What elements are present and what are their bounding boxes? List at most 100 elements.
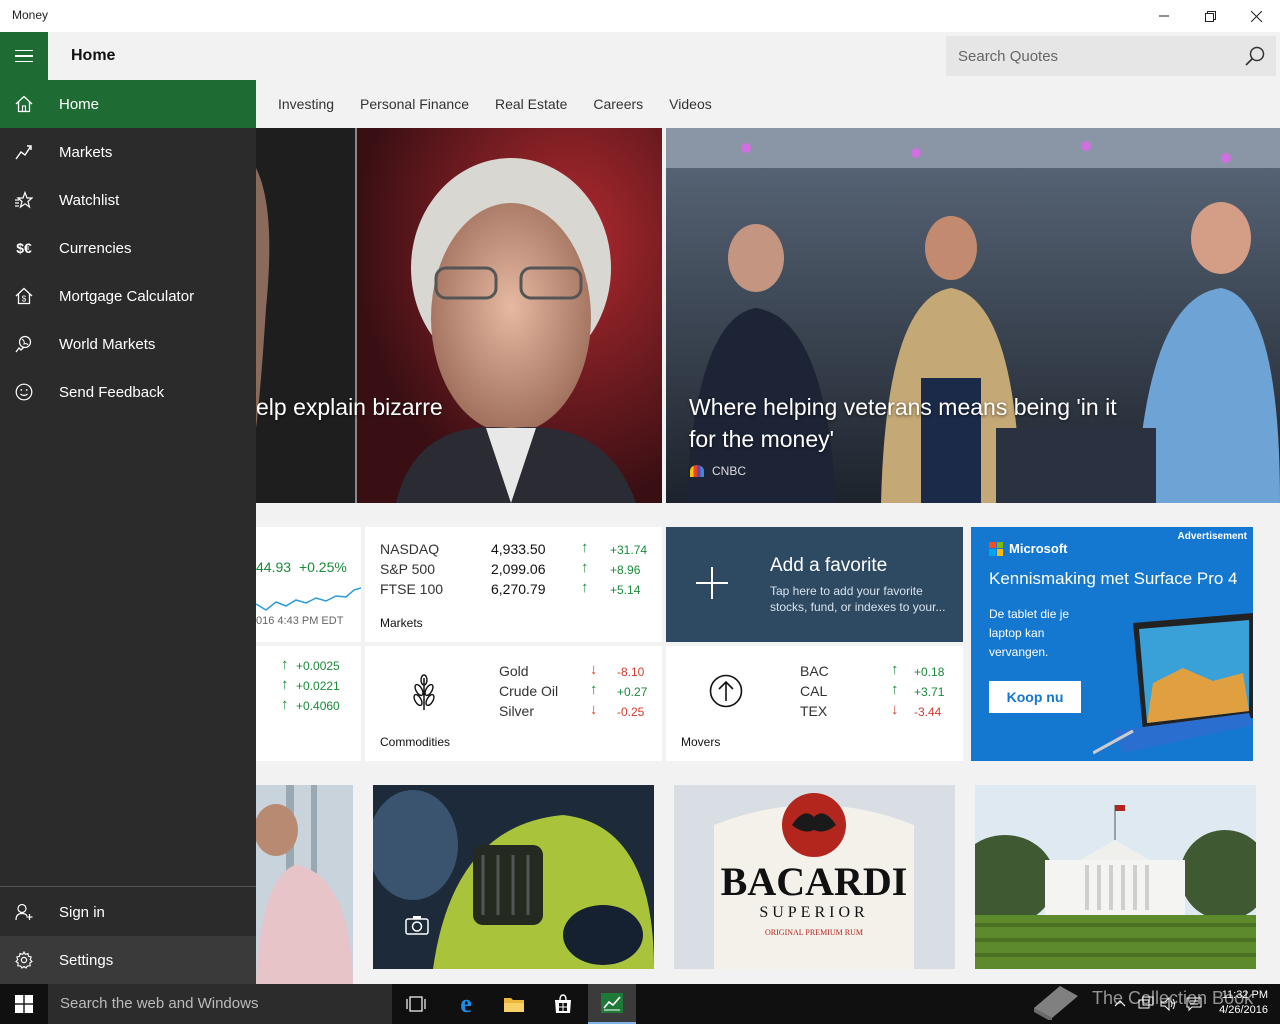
arrow-up-icon: ↑ bbox=[891, 681, 899, 698]
sidebar-item-markets[interactable]: Markets bbox=[0, 128, 256, 176]
markets-icon bbox=[15, 145, 32, 160]
arrow-up-icon: ↑ bbox=[581, 579, 589, 596]
close-icon bbox=[1250, 10, 1262, 22]
restore-button[interactable] bbox=[1187, 0, 1233, 32]
arrow-up-icon: ↑ bbox=[281, 696, 289, 713]
index-tile[interactable]: 44.93 +0.25% 016 4:43 PM EDT bbox=[256, 527, 361, 642]
sidebar-item-label: World Markets bbox=[59, 335, 156, 353]
close-button[interactable] bbox=[1233, 0, 1279, 32]
bacardi-line-text: ORIGINAL PREMIUM RUM bbox=[765, 928, 863, 937]
clock-date: 4/26/2016 bbox=[1219, 1004, 1268, 1016]
hero-story-right[interactable]: Where helping veterans means being 'in i… bbox=[666, 128, 1280, 503]
ad-cta-button[interactable]: Koop nu bbox=[989, 681, 1081, 713]
start-button[interactable] bbox=[0, 984, 48, 1024]
market-change: +8.96 bbox=[610, 563, 641, 577]
money-app-icon bbox=[601, 993, 623, 1013]
sidebar-item-settings[interactable]: Settings bbox=[0, 936, 256, 984]
category-nav: Investing Personal Finance Real Estate C… bbox=[256, 80, 716, 128]
sidebar-item-world-markets[interactable]: World Markets bbox=[0, 320, 256, 368]
feedback-icon bbox=[15, 383, 33, 401]
ad-brand: Microsoft bbox=[989, 541, 1068, 556]
arrow-up-circle-icon bbox=[709, 674, 743, 708]
category-real-estate[interactable]: Real Estate bbox=[495, 96, 567, 112]
notifications-icon[interactable] bbox=[1186, 996, 1202, 1012]
currencies-tile[interactable]: ↑ +0.0025 ↑ +0.0221 ↑ +0.4060 bbox=[256, 646, 361, 761]
market-value: 4,933.50 bbox=[491, 541, 546, 557]
watchlist-icon bbox=[15, 191, 33, 209]
sidebar-item-label: Markets bbox=[59, 143, 113, 161]
cnbc-logo-icon bbox=[690, 465, 704, 477]
arrow-up-icon: ↑ bbox=[281, 676, 289, 693]
story-image-bacardi[interactable]: BACARDI SUPERIOR ORIGINAL PREMIUM RUM bbox=[674, 785, 955, 985]
folder-icon bbox=[504, 998, 524, 1012]
chevron-up-icon[interactable] bbox=[1114, 996, 1126, 1012]
navigation-pane: Home Markets Watchlist $€ Currencies $ M… bbox=[0, 80, 256, 984]
row-change: +3.71 bbox=[914, 685, 945, 699]
category-investing[interactable]: Investing bbox=[278, 96, 334, 112]
index-timestamp: 016 4:43 PM EDT bbox=[256, 615, 344, 627]
money-app-window: Money Home Investing Personal Finance Re… bbox=[0, 0, 1280, 1024]
market-change: +31.74 bbox=[610, 543, 648, 557]
ad-label: Advertisement bbox=[1177, 531, 1247, 542]
market-name: FTSE 100 bbox=[380, 581, 444, 597]
camera-icon bbox=[405, 916, 429, 935]
sidebar-item-send-feedback[interactable]: Send Feedback bbox=[0, 368, 256, 416]
hamburger-line bbox=[15, 55, 33, 57]
category-careers[interactable]: Careers bbox=[593, 96, 643, 112]
task-view-button[interactable] bbox=[392, 984, 440, 1024]
search-icon[interactable] bbox=[1244, 45, 1266, 67]
markets-label: Markets bbox=[380, 616, 423, 630]
sidebar-item-sign-in[interactable]: Sign in bbox=[0, 888, 256, 936]
hero-right-source: CNBC bbox=[690, 464, 746, 478]
market-change: +5.14 bbox=[610, 583, 641, 597]
hero-left-headline[interactable]: elp explain bizarre bbox=[256, 391, 656, 423]
world-markets-icon bbox=[15, 335, 32, 353]
story-image-car[interactable] bbox=[373, 785, 654, 969]
index-value-line: 44.93 +0.25% bbox=[256, 559, 347, 575]
row-name: TEX bbox=[800, 703, 828, 719]
story-image-person[interactable] bbox=[256, 785, 353, 985]
money-app-button[interactable] bbox=[588, 984, 636, 1024]
row-name: CAL bbox=[800, 683, 828, 699]
sidebar-item-label: Watchlist bbox=[59, 191, 120, 209]
index-value: 44.93 bbox=[256, 559, 292, 575]
movers-label: Movers bbox=[681, 735, 721, 749]
commodities-tile[interactable]: Gold ↓ -8.10 Crude Oil ↑ +0.27 Silver ↓ -0.25 Co… bbox=[365, 646, 662, 761]
taskbar-clock[interactable]: 11:32 PM 4/26/2016 bbox=[1219, 988, 1268, 1018]
hamburger-menu-button[interactable] bbox=[0, 32, 48, 80]
advertisement-tile[interactable]: Advertisement Microsoft Kennismaking met… bbox=[971, 527, 1253, 761]
sidebar-item-currencies[interactable]: $€ Currencies bbox=[0, 224, 256, 272]
sidebar-item-home[interactable]: Home bbox=[0, 80, 256, 128]
arrow-up-icon: ↑ bbox=[590, 681, 598, 698]
file-explorer-button[interactable] bbox=[490, 984, 538, 1024]
markets-tile[interactable]: NASDAQ 4,933.50 ↑ +31.74 S&P 500 2,099.06 ↑ +8.… bbox=[365, 527, 662, 642]
search-box[interactable] bbox=[946, 36, 1276, 76]
edge-browser-button[interactable]: e bbox=[442, 984, 490, 1024]
microsoft-logo-icon bbox=[989, 541, 1003, 556]
search-input[interactable] bbox=[946, 36, 1236, 76]
movers-tile[interactable]: BAC ↑ +0.18 CAL ↑ +3.71 TEX ↓ -3.44 Movers bbox=[666, 646, 963, 761]
hero-story-left[interactable]: elp explain bizarre bbox=[256, 128, 662, 503]
clock-time: 11:32 PM bbox=[1221, 989, 1268, 1001]
bacardi-image: BACARDI SUPERIOR ORIGINAL PREMIUM RUM bbox=[674, 785, 955, 969]
add-favorite-tile[interactable]: Add a favorite Tap here to add your favo… bbox=[666, 527, 963, 642]
restore-icon bbox=[1204, 10, 1216, 22]
story-image-white-house[interactable] bbox=[975, 785, 1256, 985]
market-name: NASDAQ bbox=[380, 541, 440, 557]
volume-icon[interactable] bbox=[1160, 996, 1178, 1012]
store-button[interactable] bbox=[539, 984, 587, 1024]
hero-right-headline[interactable]: Where helping veterans means being 'in i… bbox=[689, 391, 1139, 455]
minimize-button[interactable] bbox=[1141, 0, 1187, 32]
category-videos[interactable]: Videos bbox=[669, 96, 712, 112]
hamburger-icon bbox=[15, 49, 33, 52]
page-title: Home bbox=[71, 47, 116, 64]
taskbar-search-box[interactable]: Search the web and Windows bbox=[48, 984, 392, 1024]
index-sparkline bbox=[256, 587, 361, 611]
sidebar-item-watchlist[interactable]: Watchlist bbox=[0, 176, 256, 224]
sidebar-item-mortgage-calculator[interactable]: $ Mortgage Calculator bbox=[0, 272, 256, 320]
category-personal-finance[interactable]: Personal Finance bbox=[360, 96, 469, 112]
row-name: Silver bbox=[499, 703, 535, 719]
sidebar-item-label: Home bbox=[59, 95, 100, 113]
market-value: 6,270.79 bbox=[491, 581, 546, 597]
network-icon[interactable] bbox=[1138, 996, 1154, 1012]
